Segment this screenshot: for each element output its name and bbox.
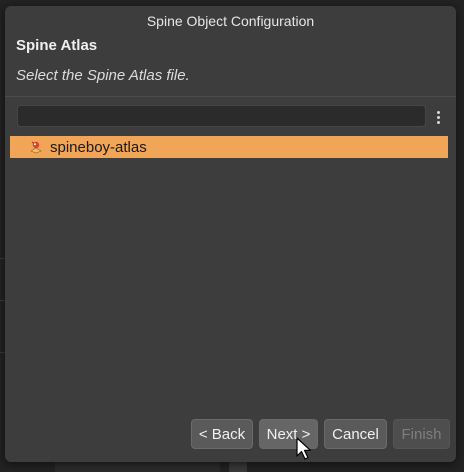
page-description: Select the Spine Atlas file.: [16, 67, 190, 84]
spine-atlas-icon: [30, 141, 42, 154]
list-item-label: spineboy-atlas: [50, 138, 147, 156]
background-tab: [229, 462, 247, 472]
more-options-icon[interactable]: [432, 107, 444, 127]
finish-button: Finish: [393, 419, 450, 449]
spine-object-configuration-dialog: Spine Object Configuration Spine Atlas S…: [5, 6, 456, 462]
atlas-file-list: spineboy-atlas: [9, 134, 449, 414]
wizard-buttons: < Back Next > Cancel Finish: [191, 419, 450, 449]
dialog-title: Spine Object Configuration: [146, 13, 315, 29]
page-heading: Spine Atlas: [16, 37, 98, 54]
next-button[interactable]: Next >: [259, 419, 318, 449]
cancel-button[interactable]: Cancel: [324, 419, 387, 449]
background-tab: [55, 462, 220, 472]
list-item[interactable]: spineboy-atlas: [10, 136, 448, 158]
search-input[interactable]: [17, 105, 426, 127]
header-divider: [5, 96, 456, 97]
back-button[interactable]: < Back: [191, 419, 253, 449]
